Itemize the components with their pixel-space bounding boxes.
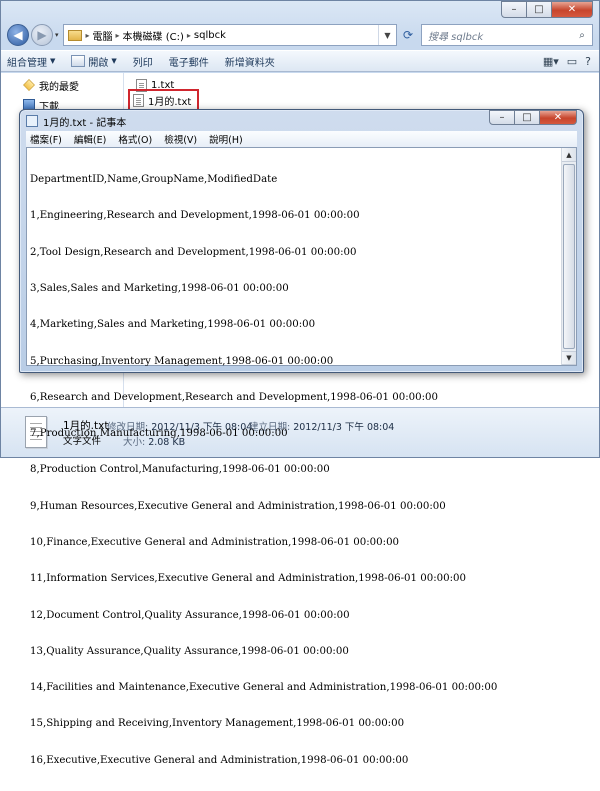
vertical-scrollbar[interactable]: ▲ ▼ bbox=[561, 148, 576, 365]
text-line: 3,Sales,Sales and Marketing,1998-06-01 0… bbox=[30, 283, 289, 295]
text-line: 13,Quality Assurance,Quality Assurance,1… bbox=[30, 645, 349, 657]
address-bar[interactable]: ▸ 電腦 ▸ 本機磁碟 (C:) ▸ sqlbck ▼ bbox=[62, 24, 397, 46]
menu-format[interactable]: 格式(O) bbox=[118, 132, 152, 146]
text-line: 12,Document Control,Quality Assurance,19… bbox=[30, 609, 350, 621]
breadcrumb-computer[interactable]: 電腦 bbox=[93, 28, 113, 43]
notepad-menu-bar: 檔案(F) 編輯(E) 格式(O) 檢視(V) 說明(H) bbox=[26, 131, 577, 147]
chevron-down-icon[interactable]: ▼ bbox=[378, 25, 396, 45]
view-icon[interactable]: ▦▾ bbox=[543, 55, 559, 68]
breadcrumb-separator[interactable]: ▸ bbox=[86, 31, 90, 40]
menu-file[interactable]: 檔案(F) bbox=[30, 132, 62, 146]
open-label: 開啟 bbox=[88, 57, 109, 69]
nav-favorites[interactable]: 我的最愛 bbox=[1, 77, 123, 93]
print-button[interactable]: 列印 bbox=[133, 54, 153, 69]
menu-view[interactable]: 檢視(V) bbox=[164, 132, 197, 146]
text-line: 16,Executive,Executive General and Admin… bbox=[30, 754, 409, 766]
maximize-button[interactable]: □ bbox=[526, 1, 552, 18]
command-bar: 組合管理 ▼ 開啟 ▼ 列印 電子郵件 新增資料夾 ▦▾ ▭ ? bbox=[1, 50, 599, 72]
help-icon[interactable]: ? bbox=[585, 55, 591, 68]
chevron-down-icon: ▼ bbox=[111, 57, 117, 65]
organize-label: 組合管理 bbox=[7, 57, 47, 69]
breadcrumb-separator[interactable]: ▸ bbox=[116, 31, 120, 40]
text-line: 10,Finance,Executive General and Adminis… bbox=[30, 537, 400, 548]
text-line: 2,Tool Design,Research and Development,1… bbox=[30, 246, 357, 258]
minimize-button[interactable]: – bbox=[489, 110, 515, 125]
minimize-button[interactable]: – bbox=[501, 1, 527, 18]
scroll-up-icon[interactable]: ▲ bbox=[562, 148, 576, 162]
new-folder-label: 新增資料夾 bbox=[224, 57, 275, 69]
back-button[interactable]: ◀ bbox=[7, 24, 29, 46]
new-folder-button[interactable]: 新增資料夾 bbox=[225, 54, 275, 69]
text-line: 1,Engineering,Research and Development,1… bbox=[30, 210, 360, 222]
recent-pages-dropdown[interactable]: ▾ bbox=[55, 31, 59, 39]
menu-help[interactable]: 說明(H) bbox=[209, 132, 243, 146]
refresh-icon[interactable]: ⟳ bbox=[397, 24, 419, 46]
text-line: 11,Information Services,Executive Genera… bbox=[30, 573, 467, 585]
text-line: 7,Production,Manufacturing,1998-06-01 00… bbox=[30, 428, 288, 440]
text-line: 8,Production Control,Manufacturing,1998-… bbox=[30, 464, 330, 476]
explorer-window-controls: – □ ✕ bbox=[501, 1, 593, 18]
text-file-icon bbox=[133, 94, 144, 107]
menu-edit[interactable]: 編輯(E) bbox=[74, 132, 106, 146]
search-icon[interactable]: ⌕ bbox=[572, 30, 592, 41]
breadcrumb-local-disk[interactable]: 本機磁碟 (C:) bbox=[123, 28, 184, 43]
file-name: 1月的.txt bbox=[148, 97, 192, 108]
close-button[interactable]: ✕ bbox=[551, 1, 593, 18]
preview-pane-icon[interactable]: ▭ bbox=[567, 55, 577, 68]
close-button[interactable]: ✕ bbox=[539, 110, 577, 125]
search-placeholder: 搜尋 sqlbck bbox=[428, 31, 484, 43]
text-line: 6,Research and Development,Research and … bbox=[30, 391, 439, 403]
maximize-button[interactable]: □ bbox=[514, 110, 540, 125]
text-line: 5,Purchasing,Inventory Management,1998-0… bbox=[30, 355, 334, 367]
notepad-window: 1月的.txt - 記事本 – □ ✕ 檔案(F) 編輯(E) 格式(O) 檢視… bbox=[19, 109, 584, 766]
text-line: 15,Shipping and Receiving,Inventory Mana… bbox=[30, 718, 405, 730]
text-line: 9,Human Resources,Executive General and … bbox=[30, 500, 446, 512]
chevron-down-icon: ▼ bbox=[50, 57, 56, 65]
breadcrumb-separator[interactable]: ▸ bbox=[187, 31, 191, 40]
address-row: ◀ ▶ ▾ ▸ 電腦 ▸ 本機磁碟 (C:) ▸ sqlbck ▼ ⟳ 搜尋 s… bbox=[7, 23, 593, 47]
forward-button[interactable]: ▶ bbox=[31, 24, 53, 46]
open-icon bbox=[71, 55, 86, 67]
scroll-thumb[interactable] bbox=[563, 164, 575, 349]
text-line: 4,Marketing,Sales and Marketing,1998-06-… bbox=[30, 319, 316, 331]
notepad-text-area[interactable]: DepartmentID,Name,GroupName,ModifiedDate… bbox=[26, 147, 577, 766]
text-line: DepartmentID,Name,GroupName,ModifiedDate bbox=[30, 174, 278, 186]
nav-favorites-label: 我的最愛 bbox=[39, 81, 79, 93]
view-controls: ▦▾ ▭ ? bbox=[535, 55, 591, 68]
breadcrumb-sqlbck[interactable]: sqlbck bbox=[194, 30, 226, 41]
notepad-icon bbox=[26, 115, 38, 127]
folder-icon bbox=[67, 29, 82, 41]
notepad-title-bar[interactable]: 1月的.txt - 記事本 bbox=[26, 113, 126, 129]
email-label: 電子郵件 bbox=[168, 57, 209, 69]
email-button[interactable]: 電子郵件 bbox=[169, 54, 209, 69]
notepad-window-controls: – □ ✕ bbox=[489, 110, 577, 125]
notepad-title: 1月的.txt - 記事本 bbox=[43, 117, 127, 129]
open-button[interactable]: 開啟 ▼ bbox=[71, 54, 117, 69]
text-line: 14,Facilities and Maintenance,Executive … bbox=[30, 682, 498, 694]
search-input[interactable]: 搜尋 sqlbck ⌕ bbox=[421, 24, 593, 46]
notepad-content: DepartmentID,Name,GroupName,ModifiedDate… bbox=[30, 150, 560, 791]
print-label: 列印 bbox=[132, 57, 153, 69]
organize-button[interactable]: 組合管理 ▼ bbox=[7, 54, 55, 69]
scroll-down-icon[interactable]: ▼ bbox=[562, 351, 576, 365]
star-icon bbox=[23, 79, 35, 91]
